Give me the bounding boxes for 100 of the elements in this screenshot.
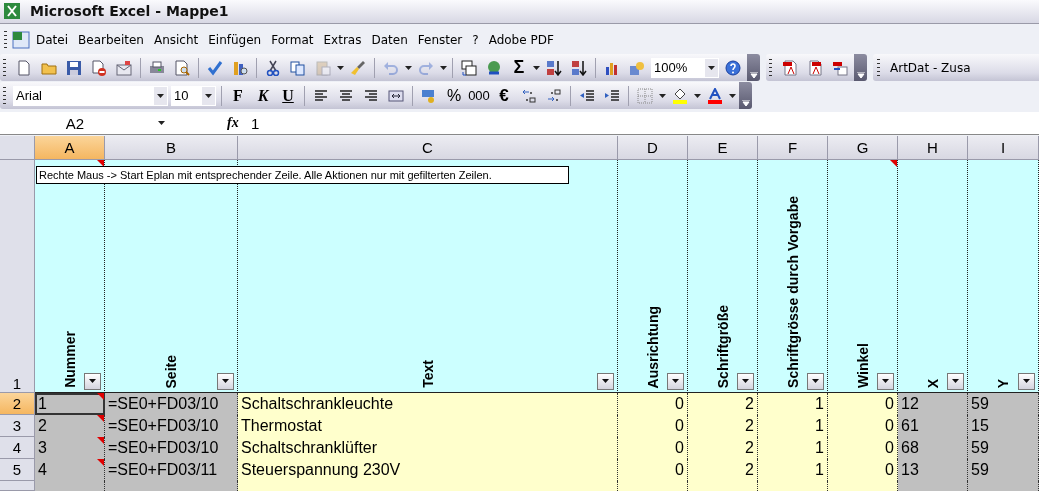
column-title: Ausrichtung — [644, 305, 661, 388]
zoom-field[interactable]: 100% — [651, 57, 719, 78]
filter-button[interactable] — [217, 373, 234, 390]
filter-button[interactable] — [947, 373, 964, 390]
table-cell: 0 — [828, 437, 898, 459]
filter-button[interactable] — [597, 373, 614, 390]
redo-icon — [418, 59, 434, 76]
filter-button[interactable] — [807, 373, 824, 390]
italic-button[interactable]: K — [252, 84, 274, 107]
menu-item[interactable]: Daten — [366, 30, 413, 49]
table-cell: 13 — [898, 459, 968, 481]
caret-icon — [672, 379, 679, 384]
caret-icon — [812, 379, 819, 384]
caret-icon — [89, 379, 96, 384]
menu-item[interactable]: Bearbeiten — [73, 30, 149, 49]
menu-item[interactable]: Fenster — [412, 30, 468, 49]
caret-icon[interactable] — [708, 65, 715, 70]
sort-ascending-icon — [546, 59, 562, 76]
font-field[interactable]: Arial — [13, 85, 168, 106]
paste-icon — [315, 59, 331, 76]
column-header[interactable]: G — [828, 136, 898, 160]
underline-button[interactable]: U — [277, 84, 299, 107]
column-title: Seite — [163, 354, 179, 388]
increase-decimal-icon — [521, 87, 537, 104]
caret-icon — [602, 379, 609, 384]
column-header[interactable]: F — [758, 136, 828, 160]
caret-icon[interactable] — [337, 65, 344, 70]
table-cell: Schaltschranklüfter — [238, 437, 618, 459]
increase-indent-icon — [604, 87, 620, 104]
table-cell: 15 — [968, 415, 1039, 437]
table-cell: 0 — [828, 415, 898, 437]
menu-item[interactable]: Ansicht — [148, 30, 204, 49]
row-header[interactable]: 3 — [0, 415, 35, 437]
column-header[interactable]: D — [618, 136, 688, 160]
autosum-button[interactable]: Σ — [508, 56, 530, 79]
column-title: Schriftgrösse durch Vorgabe — [784, 196, 801, 388]
sort-descending-icon — [571, 59, 587, 76]
column-header[interactable]: B — [105, 136, 238, 160]
row-header[interactable]: 1 — [0, 160, 35, 393]
bold-button[interactable]: F — [227, 84, 249, 107]
chevron-icon — [749, 72, 758, 78]
table-cell: 0 — [618, 459, 688, 481]
filter-button[interactable] — [84, 373, 101, 390]
new-document-icon — [16, 59, 32, 76]
table-cell: 59 — [968, 459, 1039, 481]
table-cell: =SE0+FD03/10 — [105, 393, 238, 415]
column-header[interactable]: I — [968, 136, 1039, 160]
filter-button[interactable] — [877, 373, 894, 390]
column-header[interactable]: E — [688, 136, 758, 160]
table-cell: 12 — [898, 393, 968, 415]
toolbar-options-button[interactable] — [739, 82, 752, 110]
euro-button[interactable]: € — [493, 84, 515, 107]
window-title: Microsoft Excel - Mappe1 — [30, 3, 229, 20]
filter-button[interactable] — [1018, 373, 1035, 390]
column-title: Text — [419, 360, 436, 388]
name-box[interactable]: A2 — [0, 114, 150, 132]
caret-icon[interactable] — [533, 65, 540, 70]
thousands-button[interactable]: 000 — [468, 84, 490, 107]
caret-icon[interactable] — [729, 93, 736, 98]
menu-item[interactable]: Datei — [31, 30, 73, 49]
row-header[interactable]: 4 — [0, 437, 35, 459]
table-cell: Steuerspannung 230V — [238, 459, 618, 481]
caret-icon[interactable] — [405, 65, 412, 70]
table-cell: =SE0+FD03/11 — [105, 459, 238, 481]
percent-button[interactable]: % — [443, 84, 465, 107]
formula-field[interactable]: 1 — [251, 114, 260, 132]
caret-icon[interactable] — [440, 65, 447, 70]
filter-button[interactable] — [667, 373, 684, 390]
column-title: Nummer — [61, 331, 78, 388]
table-cell — [35, 481, 105, 491]
table-cell: 2 — [688, 415, 758, 437]
table-cell — [968, 481, 1039, 491]
table-cell: 0 — [618, 393, 688, 415]
toolbar-options-button[interactable] — [854, 54, 867, 81]
table-cell: 2 — [35, 415, 105, 437]
filter-button[interactable] — [737, 373, 754, 390]
caret-icon — [1023, 379, 1030, 384]
merge-cells-icon — [388, 87, 404, 104]
row-header[interactable]: 5 — [0, 459, 35, 481]
caret-icon[interactable] — [157, 121, 165, 126]
menu-item[interactable]: Extras — [318, 30, 367, 49]
font-size-field[interactable]: 10 — [171, 85, 216, 106]
menu-item[interactable]: ? — [467, 30, 484, 49]
row-header[interactable]: 2 — [0, 393, 35, 415]
toolbar-options-button[interactable] — [747, 54, 760, 81]
menu-item[interactable]: Adobe PDF — [483, 30, 559, 49]
table-cell — [618, 481, 688, 491]
paintbrush-icon — [350, 59, 366, 76]
caret-icon[interactable] — [694, 93, 701, 98]
column-title: Y — [995, 378, 1011, 388]
column-header[interactable]: C — [238, 136, 618, 160]
books-icon — [232, 59, 248, 76]
caret-icon[interactable] — [205, 93, 212, 98]
menu-item[interactable]: Format — [266, 30, 319, 49]
caret-icon[interactable] — [659, 93, 666, 98]
column-header[interactable]: A — [35, 136, 105, 160]
caret-icon[interactable] — [157, 93, 164, 98]
function-button[interactable]: fx — [227, 115, 245, 132]
column-header[interactable]: H — [898, 136, 968, 160]
menu-item[interactable]: Einfügen — [203, 30, 267, 49]
